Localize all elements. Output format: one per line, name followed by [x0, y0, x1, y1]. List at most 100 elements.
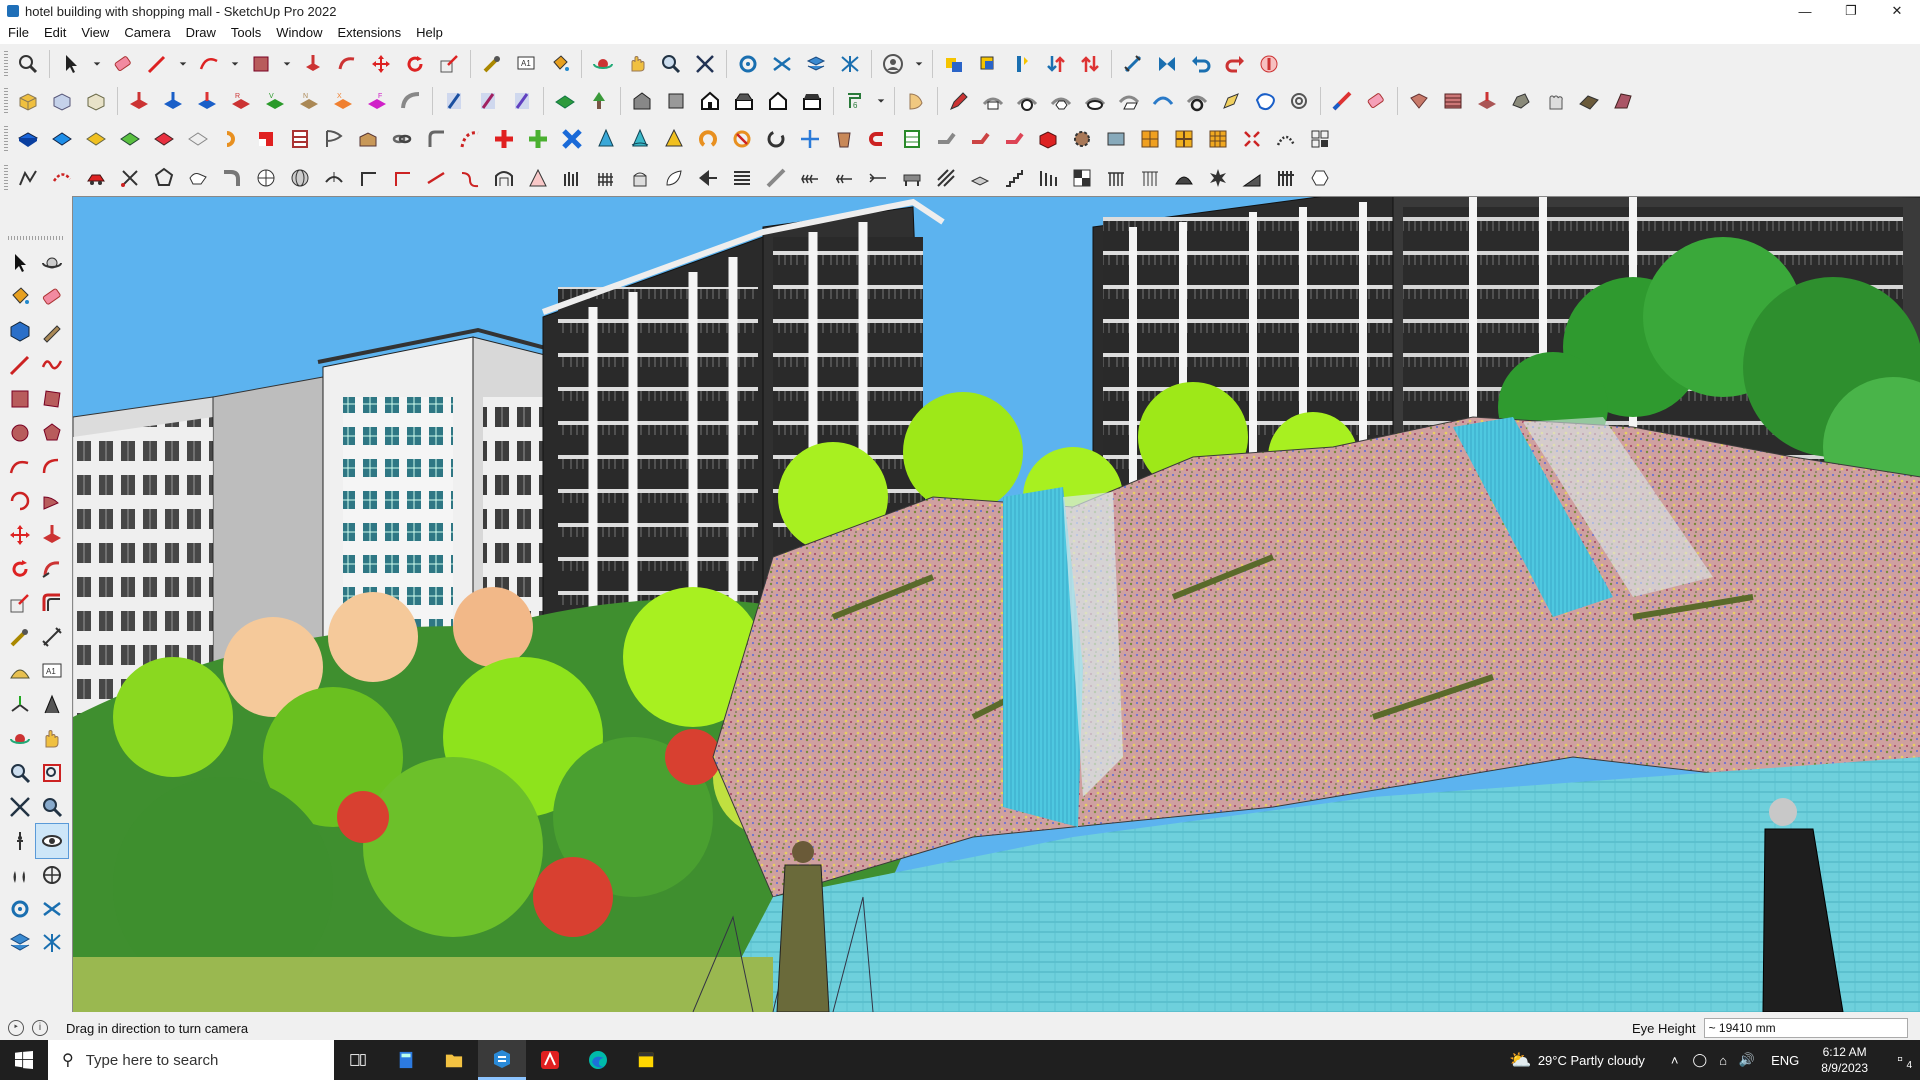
pan-icon[interactable] — [623, 50, 651, 78]
layer-green-icon[interactable] — [551, 87, 579, 115]
taskbar-clock[interactable]: 6:12 AM 8/9/2023 — [1821, 1044, 1868, 1076]
red-cube-icon[interactable] — [1034, 125, 1062, 153]
warehouse-icon[interactable] — [940, 50, 968, 78]
slope-red-icon[interactable] — [422, 164, 450, 192]
texture-position-icon[interactable] — [1473, 87, 1501, 115]
shape-rect-icon[interactable] — [979, 87, 1007, 115]
back-view-icon[interactable] — [764, 87, 792, 115]
taskbar-search-box[interactable]: ⚲ Type here to search — [48, 1040, 334, 1080]
windows-start-icon[interactable] — [0, 1040, 48, 1080]
iso-view-icon[interactable] — [628, 87, 656, 115]
box-icon[interactable] — [354, 125, 382, 153]
shape-circle-icon[interactable] — [1013, 87, 1041, 115]
styles-dropdown-icon[interactable] — [875, 87, 887, 115]
paint-stroke-icon[interactable] — [1328, 87, 1356, 115]
shape-pen-icon[interactable] — [1217, 87, 1245, 115]
push-pull-tool-icon[interactable] — [36, 518, 68, 552]
red-vehicle-icon[interactable] — [82, 164, 110, 192]
gear-icon[interactable] — [1068, 125, 1096, 153]
section-tool-b-icon[interactable] — [474, 87, 502, 115]
stair-a-icon[interactable] — [1000, 164, 1028, 192]
task-view-icon[interactable] — [334, 1040, 382, 1080]
move-icon[interactable] — [367, 50, 395, 78]
text-icon[interactable]: A1 — [512, 50, 540, 78]
water-cone-icon[interactable] — [626, 125, 654, 153]
arc-tool-left-icon[interactable] — [4, 450, 36, 484]
circle-tool-icon[interactable] — [4, 416, 36, 450]
share-model-icon[interactable] — [1008, 50, 1036, 78]
menu-extensions[interactable]: Extensions — [330, 22, 409, 44]
spiky-icon[interactable] — [1204, 164, 1232, 192]
menu-help[interactable]: Help — [408, 22, 450, 44]
section-planes-display-icon[interactable] — [4, 892, 36, 926]
sandbox-flatten-icon[interactable]: F — [363, 87, 391, 115]
red-pipe-icon[interactable] — [966, 125, 994, 153]
dotted-arc-icon[interactable] — [1272, 125, 1300, 153]
menu-window[interactable]: Window — [268, 22, 329, 44]
solid-outline-icon[interactable] — [184, 125, 212, 153]
hand-grab-icon[interactable] — [626, 164, 654, 192]
menu-view[interactable]: View — [73, 22, 116, 44]
rake-b-icon[interactable] — [830, 164, 858, 192]
sketchup-icon[interactable] — [478, 1040, 526, 1080]
orange-cancel-icon[interactable] — [728, 125, 756, 153]
look-around-tool-icon[interactable] — [35, 823, 69, 859]
dome-icon[interactable] — [1170, 164, 1198, 192]
dotted-curve-icon[interactable] — [456, 125, 484, 153]
top-view-icon[interactable] — [662, 87, 690, 115]
follow-me-tool-icon[interactable] — [36, 552, 68, 586]
section-fill-icon[interactable] — [836, 50, 864, 78]
red-square-icon[interactable] — [252, 125, 280, 153]
texture-tile-icon[interactable] — [1609, 87, 1637, 115]
cone-icon[interactable] — [592, 125, 620, 153]
stairs-icon[interactable] — [286, 125, 314, 153]
globe-icon[interactable] — [286, 164, 314, 192]
menu-tools[interactable]: Tools — [223, 22, 268, 44]
pencil-tool-icon[interactable] — [945, 87, 973, 115]
three-point-arc-tool-icon[interactable] — [4, 484, 36, 518]
arc-icon[interactable] — [195, 50, 223, 78]
volume-icon[interactable]: 🔊 — [1739, 1052, 1755, 1068]
stack-icon[interactable] — [728, 164, 756, 192]
acrobat-icon[interactable] — [526, 1040, 574, 1080]
solid-red-icon[interactable] — [150, 125, 178, 153]
protractor-tool-icon[interactable] — [4, 654, 36, 688]
component-tool-icon[interactable] — [4, 314, 36, 348]
polygon-tool-icon[interactable] — [36, 416, 68, 450]
blade-icon[interactable] — [762, 164, 790, 192]
toolbar-grip[interactable] — [4, 126, 8, 152]
soften-eraser-icon[interactable] — [1362, 87, 1390, 115]
shape-ring-icon[interactable] — [1183, 87, 1211, 115]
rotate-icon[interactable] — [401, 50, 429, 78]
toolbar-grip[interactable] — [4, 51, 8, 77]
geo-location-icon[interactable]: ‣ — [8, 1020, 24, 1036]
push-pull-icon[interactable] — [299, 50, 327, 78]
make-component-icon[interactable] — [14, 87, 42, 115]
export-icon[interactable] — [1076, 50, 1104, 78]
section-display-icon[interactable] — [768, 50, 796, 78]
import-icon[interactable] — [1042, 50, 1070, 78]
arc-tool-icon[interactable] — [320, 164, 348, 192]
pan-tool-icon[interactable] — [36, 722, 68, 756]
curve-plot-icon[interactable] — [14, 164, 42, 192]
shape-spiral-icon[interactable] — [1285, 87, 1313, 115]
rotate-tool-icon[interactable] — [4, 552, 36, 586]
polygon-icon[interactable] — [150, 164, 178, 192]
left-view-icon[interactable] — [798, 87, 826, 115]
undo-icon[interactable] — [1187, 50, 1215, 78]
follow-me-icon[interactable] — [333, 50, 361, 78]
orbit-tool-icon[interactable] — [36, 246, 68, 280]
pipe-icon[interactable] — [932, 125, 960, 153]
smoove-icon[interactable] — [193, 87, 221, 115]
weather-widget[interactable]: ⛅ 29°C Partly cloudy — [1509, 1050, 1645, 1071]
previous-view-tool-icon[interactable] — [36, 790, 68, 824]
scissors-icon[interactable] — [116, 164, 144, 192]
model-viewport[interactable] — [72, 196, 1920, 1012]
rotated-rect-tool-icon[interactable] — [36, 382, 68, 416]
section-cut-icon[interactable] — [802, 50, 830, 78]
blue-x-icon[interactable] — [558, 125, 586, 153]
file-explorer-icon[interactable] — [430, 1040, 478, 1080]
chain-icon[interactable] — [388, 125, 416, 153]
line-dropdown-icon[interactable] — [177, 50, 189, 78]
front-view-icon[interactable] — [696, 87, 724, 115]
